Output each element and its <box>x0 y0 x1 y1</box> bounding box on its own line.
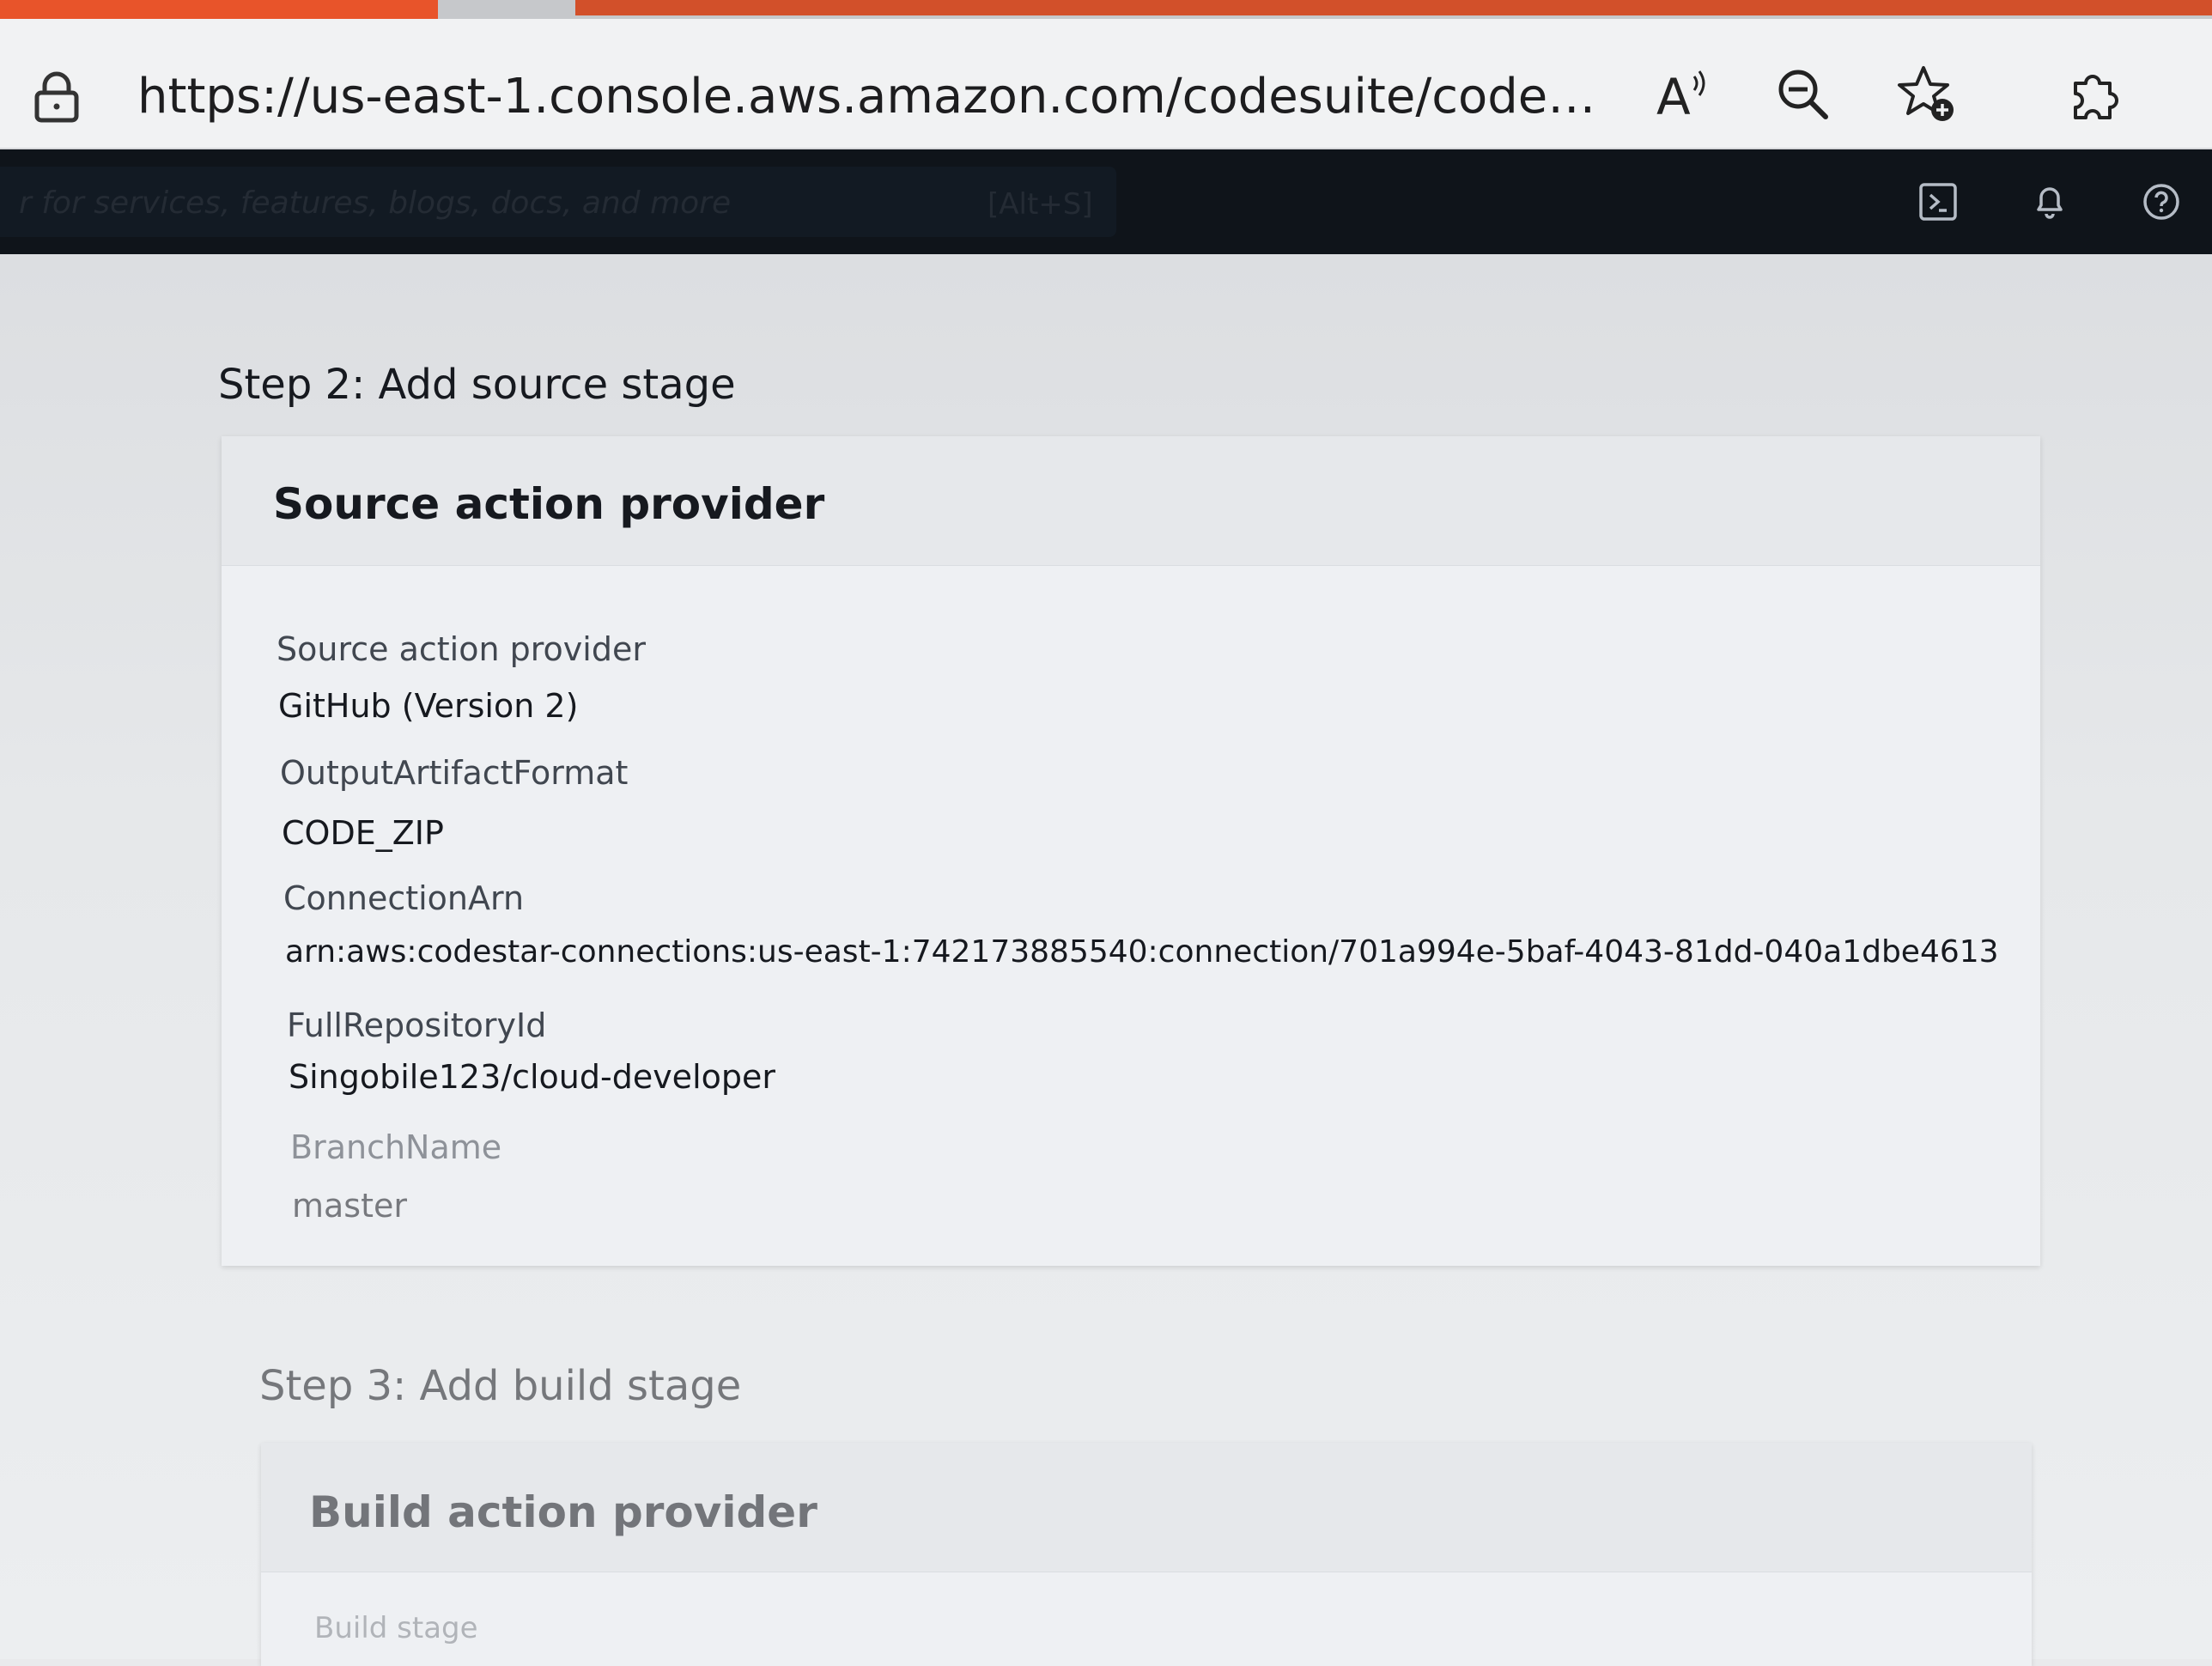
field-label: OutputArtifactFormat <box>280 754 629 792</box>
panel-title: Build action provider <box>309 1487 817 1537</box>
field-value: master <box>292 1187 408 1225</box>
help-icon[interactable] <box>2131 172 2191 232</box>
field-label: Build stage <box>314 1611 478 1645</box>
zoom-out-icon[interactable] <box>1771 62 1836 127</box>
cloudshell-icon[interactable] <box>1908 172 1968 232</box>
browser-tab[interactable] <box>575 0 2212 15</box>
field-label: FullRepositoryId <box>287 1006 547 1044</box>
field-value: arn:aws:codestar-connections:us-east-1:7… <box>285 934 1999 970</box>
browser-address-bar: https://us-east-1.console.aws.amazon.com… <box>0 19 2212 149</box>
extensions-icon[interactable] <box>2061 62 2126 127</box>
url-field[interactable]: https://us-east-1.console.aws.amazon.com… <box>137 67 1614 127</box>
notifications-bell-icon[interactable] <box>2020 172 2080 232</box>
field-label: Source action provider <box>276 630 646 668</box>
review-page-content: Step 2: Add source stage Source action p… <box>0 254 2212 1666</box>
browser-tab[interactable] <box>0 0 438 19</box>
panel-title: Source action provider <box>273 479 825 529</box>
field-value: Singobile123/cloud-developer <box>289 1058 775 1096</box>
field-label: ConnectionArn <box>283 879 525 917</box>
search-shortcut-hint: [Alt+S] <box>988 187 1093 222</box>
aws-top-nav: [Alt+S] <box>0 149 2212 254</box>
field-value: GitHub (Version 2) <box>278 687 579 725</box>
panel-header: Source action provider <box>222 436 2040 566</box>
browser-tab-strip <box>0 0 2212 19</box>
source-stage-panel: Source action provider Source action pro… <box>222 436 2040 1266</box>
svg-text:A: A <box>1656 68 1691 125</box>
build-stage-panel: Build action provider Build stage <box>261 1443 2032 1666</box>
field-label: BranchName <box>290 1128 502 1166</box>
lock-icon[interactable] <box>33 70 81 124</box>
aws-search-box[interactable]: [Alt+S] <box>0 167 1116 237</box>
step-3-title: Step 3: Add build stage <box>259 1362 742 1410</box>
add-favorite-icon[interactable] <box>1894 62 1960 127</box>
search-input[interactable] <box>17 177 931 228</box>
panel-header: Build action provider <box>261 1443 2032 1572</box>
read-aloud-icon[interactable]: A <box>1649 62 1714 127</box>
field-value: CODE_ZIP <box>282 814 444 852</box>
step-2-title: Step 2: Add source stage <box>218 361 736 409</box>
